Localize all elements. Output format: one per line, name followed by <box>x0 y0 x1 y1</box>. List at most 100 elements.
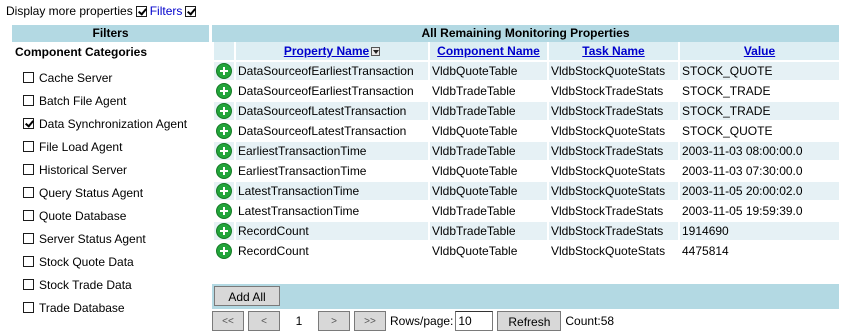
add-cell <box>214 142 234 160</box>
category-checkbox[interactable] <box>23 256 34 267</box>
category-item[interactable]: Trade Database <box>12 296 209 319</box>
component-name-cell: VldbQuoteTable <box>430 122 547 140</box>
rows-per-page-input[interactable] <box>455 311 494 331</box>
category-checkbox[interactable] <box>23 141 34 152</box>
property-name-cell: LatestTransactionTime <box>236 202 428 220</box>
category-checkbox[interactable] <box>23 210 34 221</box>
component-name-cell: VldbTradeTable <box>430 142 547 160</box>
category-item[interactable]: Data Synchronization Agent <box>12 112 209 135</box>
add-property-icon[interactable] <box>216 143 232 159</box>
sort-dropdown-icon[interactable] <box>371 47 381 57</box>
category-item[interactable]: Historical Server <box>12 158 209 181</box>
category-item[interactable]: Cache Server <box>12 66 209 89</box>
add-cell <box>214 242 234 260</box>
add-property-icon[interactable] <box>216 123 232 139</box>
value-cell: STOCK_QUOTE <box>680 62 839 80</box>
table-row: DataSourceofLatestTransaction VldbTradeTa… <box>214 102 839 120</box>
property-name-cell: DataSourceofEarliestTransaction <box>236 82 428 100</box>
component-categories-heading: Component Categories <box>15 45 148 59</box>
table-row: EarliestTransactionTime VldbQuoteTable Vld… <box>214 162 839 180</box>
task-name-cell: VldbStockTradeStats <box>549 202 678 220</box>
value-cell: 2003-11-03 07:30:00.0 <box>680 162 839 180</box>
category-checkbox[interactable] <box>23 279 34 290</box>
last-page-button[interactable]: >> <box>354 311 386 331</box>
category-item[interactable]: File Load Agent <box>12 135 209 158</box>
category-checkbox[interactable] <box>23 302 34 313</box>
category-checkbox[interactable] <box>23 118 34 129</box>
task-name-cell: VldbStockQuoteStats <box>549 62 678 80</box>
refresh-button[interactable]: Refresh <box>497 311 562 331</box>
category-checkbox[interactable] <box>23 95 34 106</box>
property-name-cell: EarliestTransactionTime <box>236 162 428 180</box>
category-label: Cache Server <box>39 70 113 85</box>
category-item[interactable]: Stock Trade Data <box>12 273 209 296</box>
rows-per-page-label: Rows/page: <box>390 314 454 328</box>
table-row: DataSourceofEarliestTransaction VldbTrade… <box>214 82 839 100</box>
component-name-cell: VldbTradeTable <box>430 82 547 100</box>
add-property-icon[interactable] <box>216 183 232 199</box>
add-property-icon[interactable] <box>216 203 232 219</box>
category-label: Stock Quote Data <box>39 254 134 269</box>
category-item[interactable]: Server Status Agent <box>12 227 209 250</box>
category-item[interactable]: Quote Database <box>12 204 209 227</box>
category-item[interactable]: Stock Quote Data <box>12 250 209 273</box>
task-name-column-header[interactable]: Task Name <box>549 42 678 60</box>
category-label: Query Status Agent <box>39 185 144 200</box>
table-header-row: Property Name Component Name Task Name V… <box>214 42 839 60</box>
display-more-properties-label: Display more properties <box>6 4 133 18</box>
property-name-header-label[interactable]: Property Name <box>284 44 369 58</box>
property-name-cell: EarliestTransactionTime <box>236 142 428 160</box>
first-page-button[interactable]: << <box>212 311 244 331</box>
display-more-properties-checkbox[interactable] <box>135 5 147 17</box>
value-column-header[interactable]: Value <box>680 42 839 60</box>
category-label: Server Status Agent <box>39 231 146 246</box>
category-checkbox[interactable] <box>23 187 34 198</box>
component-name-cell: VldbQuoteTable <box>430 162 547 180</box>
table-row: DataSourceofEarliestTransaction VldbQuote… <box>214 62 839 80</box>
category-item[interactable]: Query Status Agent <box>12 181 209 204</box>
value-cell: STOCK_TRADE <box>680 102 839 120</box>
category-label: Batch File Agent <box>39 93 127 108</box>
category-item[interactable]: Batch File Agent <box>12 89 209 112</box>
table-row: EarliestTransactionTime VldbTradeTable Vld… <box>214 142 839 160</box>
add-property-icon[interactable] <box>216 103 232 119</box>
monitoring-properties-panel: All Remaining Monitoring Properties Prop… <box>212 25 839 262</box>
add-cell <box>214 162 234 180</box>
component-name-cell: VldbQuoteTable <box>430 242 547 260</box>
display-options-bar: Display more properties Filters <box>6 3 197 19</box>
component-name-cell: VldbTradeTable <box>430 102 547 120</box>
add-property-icon[interactable] <box>216 83 232 99</box>
value-cell: 2003-11-05 19:59:39.0 <box>680 202 839 220</box>
value-cell: 1914690 <box>680 222 839 240</box>
next-page-button[interactable]: > <box>318 311 350 331</box>
add-property-icon[interactable] <box>216 223 232 239</box>
value-cell: 4475814 <box>680 242 839 260</box>
filters-link[interactable]: Filters <box>150 4 183 18</box>
category-checkbox[interactable] <box>23 164 34 175</box>
category-checkbox[interactable] <box>23 233 34 244</box>
property-name-column-header[interactable]: Property Name <box>236 42 428 60</box>
add-property-icon[interactable] <box>216 163 232 179</box>
table-footer-bar: Add All <box>212 284 839 309</box>
add-property-icon[interactable] <box>216 63 232 79</box>
property-name-cell: DataSourceofLatestTransaction <box>236 122 428 140</box>
add-property-icon[interactable] <box>216 243 232 259</box>
component-name-column-header[interactable]: Component Name <box>430 42 547 60</box>
category-label: Data Synchronization Agent <box>39 116 188 131</box>
result-count: Count:58 <box>565 314 615 328</box>
task-name-cell: VldbStockQuoteStats <box>549 122 678 140</box>
table-row: LatestTransactionTime VldbTradeTable VldbS… <box>214 202 839 220</box>
add-cell <box>214 182 234 200</box>
task-name-cell: VldbStockTradeStats <box>549 82 678 100</box>
previous-page-button[interactable]: < <box>248 311 280 331</box>
filters-checkbox[interactable] <box>185 5 197 17</box>
add-all-button[interactable]: Add All <box>214 286 280 306</box>
property-name-cell: DataSourceofEarliestTransaction <box>236 62 428 80</box>
category-checkbox[interactable] <box>23 72 34 83</box>
category-label: Trade Database <box>39 300 125 315</box>
add-cell <box>214 102 234 120</box>
value-cell: 2003-11-03 08:00:00.0 <box>680 142 839 160</box>
value-cell: 2003-11-05 20:00:02.0 <box>680 182 839 200</box>
property-name-cell: RecordCount <box>236 242 428 260</box>
property-name-cell: RecordCount <box>236 222 428 240</box>
